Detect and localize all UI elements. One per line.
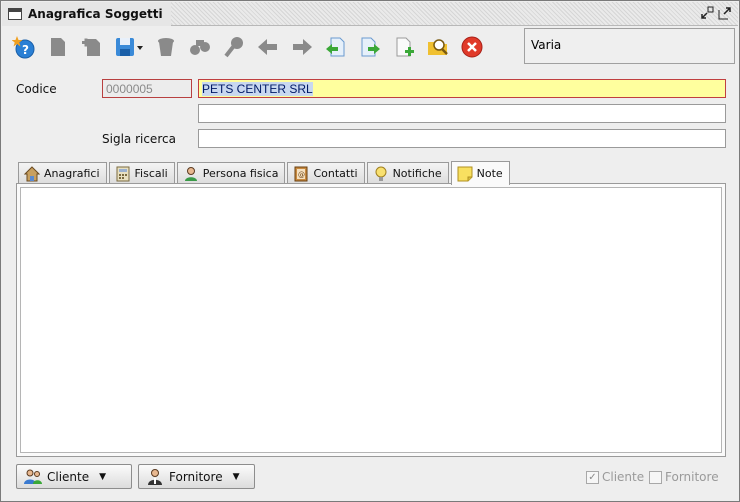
fornitore-button-label: Fornitore: [169, 469, 223, 484]
varia-panel[interactable]: Varia: [524, 28, 735, 64]
add-page-icon: [396, 37, 414, 57]
app-window: Anagrafica Soggetti ? Varia Codice 00000…: [0, 0, 740, 502]
restore-icon[interactable]: [700, 6, 714, 20]
supplier-icon: [148, 468, 162, 485]
window-controls: [700, 6, 732, 20]
window-title: Anagrafica Soggetti: [28, 7, 163, 21]
house-icon: [24, 165, 40, 181]
export-button[interactable]: [355, 32, 385, 62]
tab-note[interactable]: Note: [450, 161, 510, 185]
export-icon: [361, 37, 380, 57]
previous-button[interactable]: [253, 32, 283, 62]
tab-bar: Anagrafici Fiscali Persona fisica @ Cont…: [18, 161, 512, 185]
tab-panel-note: [16, 183, 726, 457]
contact-book-icon: @: [294, 166, 308, 181]
codice-field[interactable]: 0000005: [102, 79, 192, 98]
import-icon: [326, 37, 345, 57]
save-icon: [116, 38, 143, 56]
tab-label: Anagrafici: [44, 167, 100, 180]
tab-notifiche[interactable]: Notifiche: [366, 162, 449, 184]
calculator-icon: [116, 166, 130, 181]
tab-contatti[interactable]: @ Contatti: [287, 162, 365, 184]
add-page-button[interactable]: [389, 32, 419, 62]
document-button[interactable]: [43, 32, 73, 62]
toolbar: ?: [9, 31, 491, 63]
document-add-icon: [82, 38, 100, 56]
lightbulb-icon: [375, 166, 387, 181]
key-button[interactable]: [219, 32, 249, 62]
users-icon: [24, 469, 42, 484]
arrow-right-icon: [293, 39, 312, 55]
svg-text:@: @: [298, 171, 305, 179]
tab-fiscali[interactable]: Fiscali: [108, 162, 175, 184]
fornitore-checkbox[interactable]: Fornitore: [649, 470, 719, 484]
cliente-button[interactable]: Cliente ▼: [16, 464, 132, 489]
delete-button[interactable]: [151, 32, 181, 62]
next-button[interactable]: [287, 32, 317, 62]
tab-label: Fiscali: [134, 167, 168, 180]
fornitore-button[interactable]: Fornitore ▼: [138, 464, 255, 489]
search-folder-button[interactable]: [423, 32, 453, 62]
title-bar[interactable]: Anagrafica Soggetti: [2, 2, 738, 26]
sigla-ricerca-field[interactable]: [198, 129, 726, 148]
new-button[interactable]: ?: [9, 32, 39, 62]
tab-label: Persona fisica: [202, 167, 279, 180]
ragione-sociale-2-field[interactable]: [198, 104, 726, 123]
cliente-checkbox[interactable]: ✓ Cliente: [586, 470, 644, 484]
note-icon: [457, 166, 473, 181]
fornitore-checkbox-label: Fornitore: [665, 470, 719, 484]
close-icon: [461, 36, 483, 58]
trash-icon: [158, 38, 174, 56]
cliente-button-label: Cliente: [47, 469, 90, 484]
tab-persona-fisica[interactable]: Persona fisica: [176, 162, 286, 184]
maximize-icon[interactable]: [718, 6, 732, 20]
close-button[interactable]: [457, 32, 487, 62]
tab-label: Notifiche: [392, 167, 442, 180]
codice-label: Codice: [16, 82, 57, 96]
window-icon: [8, 8, 22, 20]
document-add-button[interactable]: [77, 32, 107, 62]
sigla-ricerca-label: Sigla ricerca: [102, 132, 176, 146]
person-icon: [184, 166, 197, 181]
tab-anagrafici[interactable]: Anagrafici: [18, 162, 107, 184]
svg-text:?: ?: [22, 43, 29, 57]
search-folder-icon: [428, 39, 448, 55]
cliente-checkbox-label: Cliente: [602, 470, 645, 484]
binoculars-icon: [190, 40, 210, 55]
arrow-left-icon: [258, 39, 277, 55]
ragione-sociale-field[interactable]: PETS CENTER SRL: [198, 79, 726, 98]
key-icon: [224, 37, 243, 58]
checkbox-box: [649, 470, 662, 484]
document-icon: [51, 38, 65, 56]
tab-label: Contatti: [313, 167, 358, 180]
import-button[interactable]: [321, 32, 351, 62]
find-button[interactable]: [185, 32, 215, 62]
ragione-sociale-value: PETS CENTER SRL: [202, 82, 313, 96]
tab-label: Note: [476, 167, 503, 180]
chevron-down-icon: ▼: [232, 471, 240, 482]
save-button[interactable]: [111, 32, 147, 62]
checkbox-box: ✓: [586, 470, 599, 484]
title-area: Anagrafica Soggetti: [2, 2, 171, 26]
note-textarea[interactable]: [20, 187, 722, 453]
new-star-icon: ?: [12, 36, 35, 59]
chevron-down-icon: ▼: [99, 471, 107, 482]
